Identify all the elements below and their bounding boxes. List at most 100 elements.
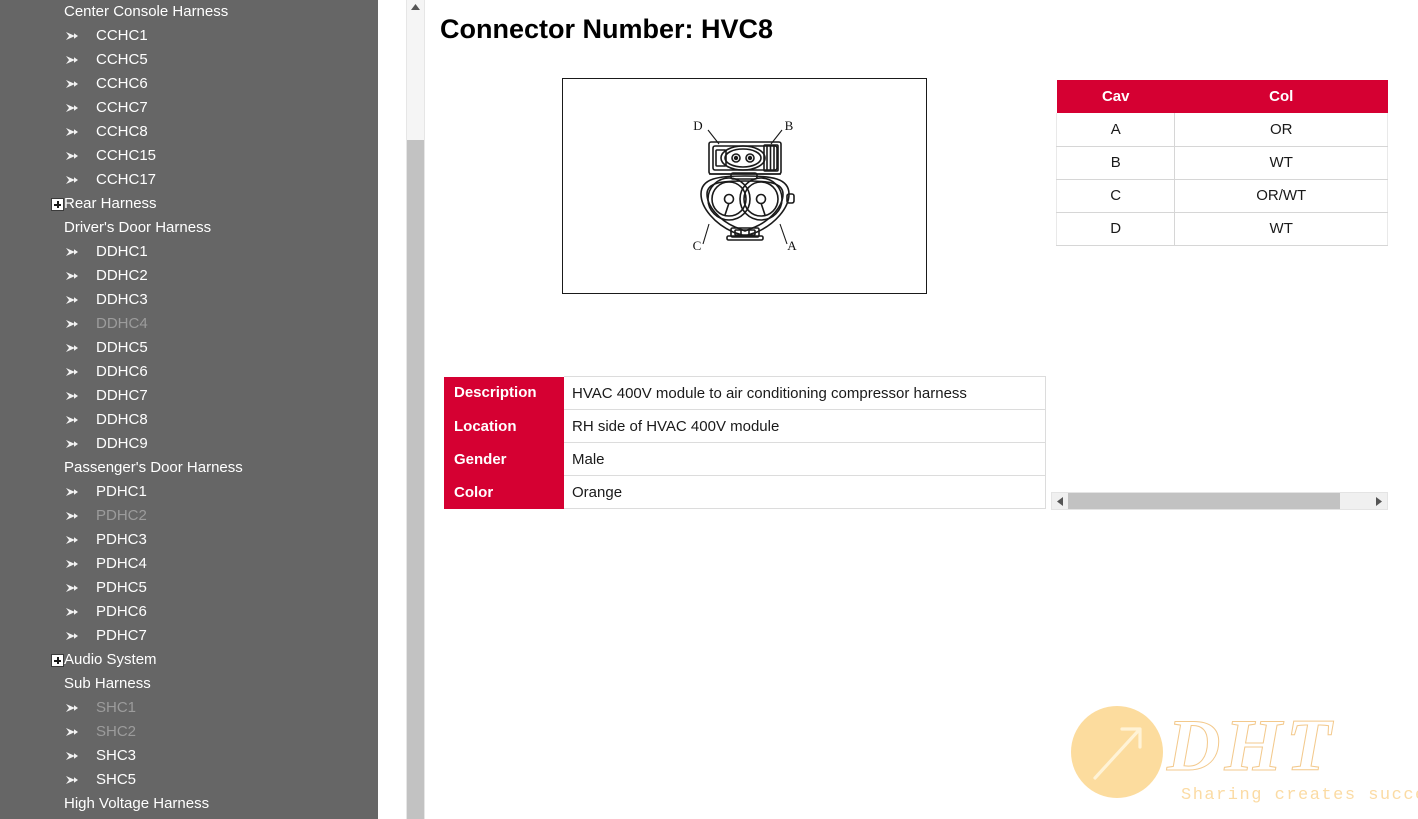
sidebar-item-label: PDHC5: [96, 579, 147, 596]
detail-label: Location: [444, 409, 564, 443]
arrow-right-icon: [64, 414, 80, 426]
vertical-scrollbar[interactable]: [406, 0, 425, 819]
arrow-right-icon: [64, 510, 80, 522]
sidebar-item-rear-harness[interactable]: Rear Harness: [0, 192, 378, 216]
arrow-right-icon: [0, 54, 96, 66]
sidebar-item-shc2[interactable]: SHC2: [0, 720, 378, 744]
arrow-right-icon: [0, 726, 96, 738]
arrow-right-icon: [0, 534, 96, 546]
sidebar-item-pdhc4[interactable]: PDHC4: [0, 552, 378, 576]
sidebar-item-label: CCHC6: [96, 75, 148, 92]
sidebar-item-label: PDHC7: [96, 627, 147, 644]
arrow-right-icon: [0, 78, 96, 90]
sidebar-item-ddhc7[interactable]: DDHC7: [0, 384, 378, 408]
sidebar-item-high-voltage-harness[interactable]: High Voltage Harness: [0, 792, 378, 816]
arrow-right-icon: [64, 774, 80, 786]
detail-label: Color: [444, 475, 564, 509]
sidebar-item-ddhc2[interactable]: DDHC2: [0, 264, 378, 288]
connector-diagram-frame: D B C A: [562, 78, 927, 294]
sidebar-item-label: DDHC8: [96, 411, 148, 428]
sidebar-item-label: PDHC4: [96, 555, 147, 572]
arrow-right-icon: [0, 606, 96, 618]
sidebar-item-cchc7[interactable]: CCHC7: [0, 96, 378, 120]
plus-box-icon[interactable]: [0, 653, 64, 667]
sidebar-item-label: DDHC2: [96, 267, 148, 284]
arrow-right-icon: [64, 318, 80, 330]
sidebar-item-ddhc3[interactable]: DDHC3: [0, 288, 378, 312]
sidebar-item-label: High Voltage Harness: [64, 795, 210, 812]
cavity-color-table: Cav Col A OR B WT C OR/WT D WT: [1055, 80, 1388, 246]
scroll-left-arrow-icon[interactable]: [1052, 493, 1068, 509]
arrow-right-icon: [0, 366, 96, 378]
sidebar-item-cchc15[interactable]: CCHC15: [0, 144, 378, 168]
sidebar-item-cchc17[interactable]: CCHC17: [0, 168, 378, 192]
sidebar-item-passenger-s-door-harness[interactable]: Passenger's Door Harness: [0, 456, 378, 480]
arrow-right-icon: [0, 486, 96, 498]
arrow-right-icon: [64, 390, 80, 402]
sidebar-item-label: DDHC5: [96, 339, 148, 356]
sidebar-item-pdhc1[interactable]: PDHC1: [0, 480, 378, 504]
sidebar-item-cchc6[interactable]: CCHC6: [0, 72, 378, 96]
harness-navigation-sidebar[interactable]: Center Console Harness CCHC1 CCHC5 CCHC6 CCH…: [0, 0, 378, 819]
cav-cell: A: [1055, 113, 1176, 147]
sidebar-item-ddhc5[interactable]: DDHC5: [0, 336, 378, 360]
arrow-right-icon: [64, 558, 80, 570]
arrow-right-icon: [64, 78, 80, 90]
table-row: Description HVAC 400V module to air condi…: [444, 376, 1046, 410]
sidebar-item-ddhc6[interactable]: DDHC6: [0, 360, 378, 384]
cavity-label-D: D: [693, 120, 702, 133]
arrow-right-icon: [0, 750, 96, 762]
scroll-up-arrow-icon[interactable]: [407, 0, 424, 14]
table-row: D WT: [1055, 212, 1388, 246]
plus-box-icon[interactable]: [0, 197, 64, 211]
sidebar-item-pdhc5[interactable]: PDHC5: [0, 576, 378, 600]
sidebar-item-label: Center Console Harness: [64, 3, 229, 20]
sidebar-item-audio-system[interactable]: Audio System: [0, 648, 378, 672]
arrow-right-icon: [0, 630, 96, 642]
arrow-right-icon: [0, 582, 96, 594]
sidebar-item-ddhc1[interactable]: DDHC1: [0, 240, 378, 264]
col-cell: WT: [1174, 212, 1388, 246]
vertical-scrollbar-thumb[interactable]: [407, 140, 424, 819]
sidebar-item-pdhc7[interactable]: PDHC7: [0, 624, 378, 648]
sidebar-item-label: Audio System: [64, 651, 157, 668]
sidebar-item-center-console-harness[interactable]: Center Console Harness: [0, 0, 378, 24]
sidebar-item-label: CCHC15: [96, 147, 157, 164]
horizontal-scrollbar-track[interactable]: [1068, 493, 1371, 509]
cav-cell: D: [1055, 212, 1176, 246]
sidebar-item-label: Passenger's Door Harness: [64, 459, 243, 476]
sidebar-item-ddhc8[interactable]: DDHC8: [0, 408, 378, 432]
sidebar-item-cchc5[interactable]: CCHC5: [0, 48, 378, 72]
sidebar-item-shc5[interactable]: SHC5: [0, 768, 378, 792]
sidebar-item-sub-harness[interactable]: Sub Harness: [0, 672, 378, 696]
sidebar-item-pdhc3[interactable]: PDHC3: [0, 528, 378, 552]
watermark-circle: [1071, 706, 1163, 798]
cav-cell: C: [1055, 179, 1176, 213]
arrow-right-icon: [0, 438, 96, 450]
sidebar-item-ddhc9[interactable]: DDHC9: [0, 432, 378, 456]
arrow-right-icon: [0, 150, 96, 162]
table-header-row: Cav Col: [1056, 80, 1388, 113]
plus-box-icon[interactable]: [51, 197, 64, 211]
connector-details-table: Description HVAC 400V module to air condi…: [444, 376, 1046, 509]
sidebar-item-ddhc4[interactable]: DDHC4: [0, 312, 378, 336]
arrow-right-icon: [0, 558, 96, 570]
cav-cell: B: [1055, 146, 1176, 180]
sidebar-item-label: SHC3: [96, 747, 137, 764]
scroll-right-arrow-icon[interactable]: [1371, 493, 1387, 509]
horizontal-scrollbar[interactable]: [1051, 492, 1388, 510]
sidebar-item-shc3[interactable]: SHC3: [0, 744, 378, 768]
sidebar-item-pdhc6[interactable]: PDHC6: [0, 600, 378, 624]
sidebar-item-cchc8[interactable]: CCHC8: [0, 120, 378, 144]
sidebar-item-pdhc2[interactable]: PDHC2: [0, 504, 378, 528]
horizontal-scrollbar-thumb[interactable]: [1068, 493, 1340, 509]
arrow-right-icon: [64, 702, 80, 714]
sidebar-item-driver-s-door-harness[interactable]: Driver's Door Harness: [0, 216, 378, 240]
sidebar-item-cchc1[interactable]: CCHC1: [0, 24, 378, 48]
sidebar-item-shc1[interactable]: SHC1: [0, 696, 378, 720]
sidebar-item-label: CCHC1: [96, 27, 148, 44]
plus-box-icon[interactable]: [51, 653, 64, 667]
arrow-right-icon: [0, 174, 96, 186]
table-row: Gender Male: [444, 442, 1046, 476]
harness-tree[interactable]: Center Console Harness CCHC1 CCHC5 CCHC6 CCH…: [0, 0, 378, 816]
